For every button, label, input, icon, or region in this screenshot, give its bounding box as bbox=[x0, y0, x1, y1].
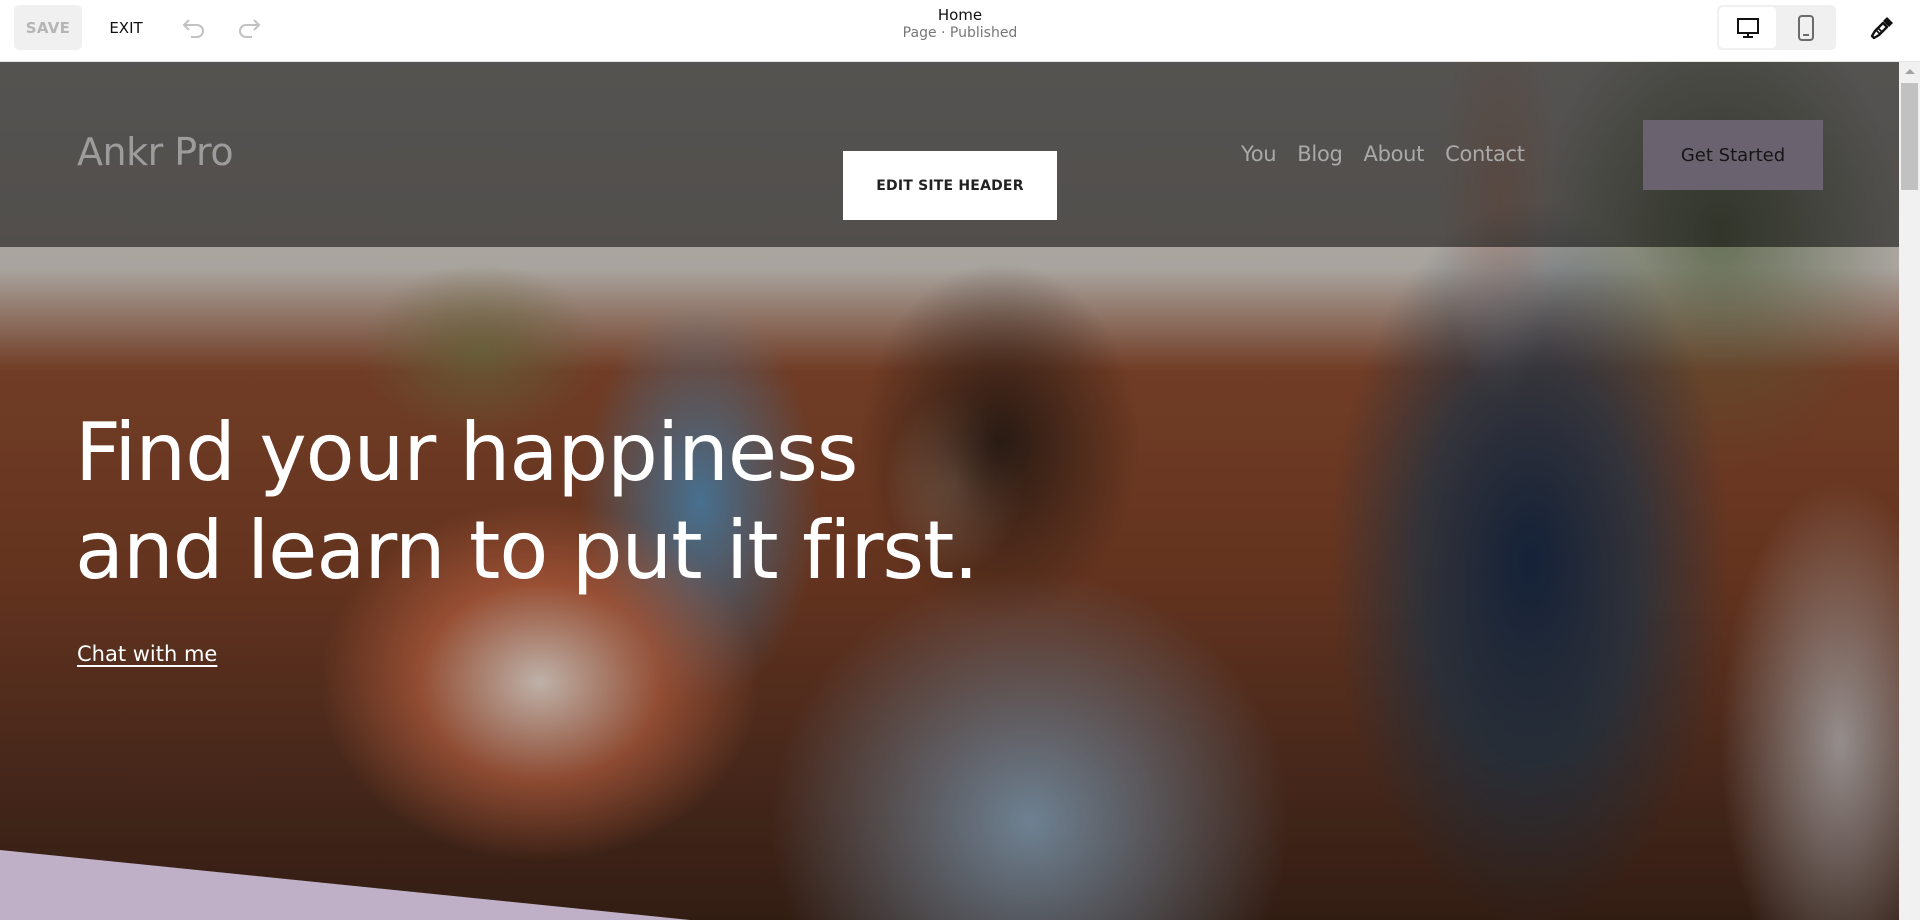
desktop-icon bbox=[1736, 17, 1759, 38]
edit-site-header-button[interactable]: EDIT SITE HEADER bbox=[843, 151, 1057, 220]
nav-link-you[interactable]: You bbox=[1241, 142, 1277, 166]
page-canvas: Ankr Pro You Blog About Contact Get Star… bbox=[0, 62, 1899, 920]
site-navigation: You Blog About Contact bbox=[1241, 142, 1546, 166]
chat-with-me-link[interactable]: Chat with me bbox=[77, 642, 217, 666]
scroll-thumb[interactable] bbox=[1901, 83, 1918, 190]
site-styles-button[interactable] bbox=[1860, 10, 1904, 46]
site-header[interactable]: Ankr Pro You Blog About Contact Get Star… bbox=[0, 62, 1899, 247]
desktop-view-button[interactable] bbox=[1719, 7, 1776, 48]
vertical-scrollbar[interactable] bbox=[1899, 62, 1920, 920]
get-started-button[interactable]: Get Started bbox=[1643, 120, 1823, 190]
site-logo[interactable]: Ankr Pro bbox=[77, 130, 234, 174]
hero-headline: Find your happiness and learn to put it … bbox=[75, 404, 979, 600]
page-info: Home Page · Published bbox=[0, 6, 1920, 42]
nav-link-contact[interactable]: Contact bbox=[1445, 142, 1525, 166]
nav-link-about[interactable]: About bbox=[1364, 142, 1425, 166]
page-status: Page · Published bbox=[902, 25, 1018, 41]
paintbrush-icon bbox=[1870, 17, 1893, 40]
hero-headline-line-1: Find your happiness bbox=[75, 406, 858, 499]
editor-toolbar: SAVE EXIT Home Page · Published bbox=[0, 0, 1920, 62]
nav-link-blog[interactable]: Blog bbox=[1297, 142, 1343, 166]
scroll-up-arrow-icon[interactable] bbox=[1899, 62, 1920, 80]
device-toggle bbox=[1717, 5, 1836, 50]
mobile-icon bbox=[1797, 14, 1814, 41]
mobile-view-button[interactable] bbox=[1777, 7, 1834, 48]
hero-headline-line-2: and learn to put it first. bbox=[75, 504, 979, 597]
page-title: Home bbox=[937, 6, 983, 24]
